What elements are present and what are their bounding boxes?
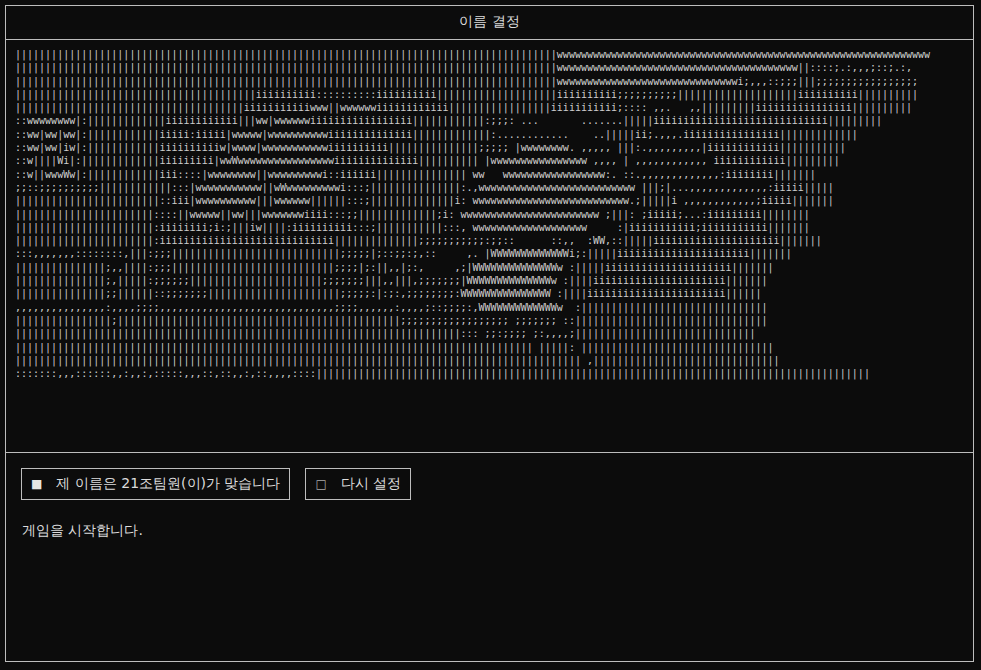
option-list: ■ 제 이름은 21조팀원(이)가 맞습니다 □ 다시 설정 [21, 468, 958, 500]
option-label: 제 이름은 21조팀원(이)가 맞습니다 [56, 475, 280, 493]
art-line: ;;::;;;;;;;;;;||||||||||||:::|wwwwwwwwww… [15, 181, 965, 194]
message-text: 게임을 시작합니다. [21, 522, 958, 540]
option-label: 다시 설정 [341, 475, 401, 493]
option-button[interactable]: ■ 제 이름은 21조팀원(이)가 맞습니다 [21, 468, 290, 500]
option-mark-icon: ■ [31, 477, 42, 491]
art-line: |||||||||||||||||||||||::::||wwwww||ww||… [15, 208, 965, 221]
art-line: |||||||||||||||||||||||:iiiiiiii;i:;|||i… [15, 221, 965, 234]
dialog-area: ■ 제 이름은 21조팀원(이)가 맞습니다 □ 다시 설정 게임을 시작합니다. [6, 453, 973, 555]
art-line: |||||||||||||||;;||||||::;;;;;;;||||||||… [15, 287, 965, 300]
art-line: :::::::,,,::::::,,:,,:,:::::,,,::,::,,:,… [15, 367, 965, 380]
art-line: ||||||||||||||||||||||||::iii|wwwwwwwwww… [15, 194, 965, 207]
art-line: ||||||||||||||||||||||||||||||||||||||||… [15, 327, 965, 340]
art-line: ::w||||Wi|:|||||||||||||iiiiiiiii|wwWwww… [15, 154, 965, 167]
art-line: ||||||||||||||||||||||||||||||||||||||||… [15, 48, 965, 61]
art-line: |||||||||||||||;,,||||:;;;||||||||||||||… [15, 261, 965, 274]
art-line: |||||||||||||||||||||||:iiiiiiiiiiiiiiii… [15, 234, 965, 247]
art-line: ::ww|ww|ww|:||||||||||||iiiii:iiiii|wwww… [15, 128, 965, 141]
art-line: ||||||||||||||||||||||||||||||||||||||||… [15, 354, 965, 367]
art-line: ||||||||||||||||||||||||||||||||||||||||… [15, 341, 965, 354]
option-button[interactable]: □ 다시 설정 [305, 468, 411, 500]
art-line: ||||||||||||||||||||||||||||||||||||||ii… [15, 101, 965, 114]
art-line: ||||||||||||||||||||||||||||||||||||||||… [15, 75, 965, 88]
art-line: ||||||||||||||||;|||||||||||||||||||||||… [15, 314, 965, 327]
art-line: |||||||||||||||;,|||||:;;;;;;|||||||||||… [15, 274, 965, 287]
art-line: ::wwwwwwww|:|||||||||||||iiiiiiiiiiii|||… [15, 114, 965, 127]
art-line: ||||||||||||||||||||||||||||||||||||||||… [15, 61, 965, 74]
art-line: ::w||wwwWw|:||||||||||||iii::::|wwwwwwww… [15, 168, 965, 181]
art-line: ||||||||||||||||||||||||||||||||||||||||… [15, 88, 965, 101]
art-line: :::,,,,,,,::::::::,|||:;;;||||||||||||||… [15, 247, 965, 260]
window-title: 이름 결정 [6, 6, 973, 40]
art-line: ,,,,,,,,,,,,,,,:,,,,;;;;,,,,,,,,,,,,,,,,… [15, 301, 965, 314]
option-mark-icon: □ [315, 477, 326, 491]
game-window: 이름 결정 ||||||||||||||||||||||||||||||||||… [5, 5, 974, 662]
ascii-art: ||||||||||||||||||||||||||||||||||||||||… [6, 40, 973, 453]
art-line: ::ww|ww|iw|:||||||||||||iiiiiiiiiiw|wwww… [15, 141, 965, 154]
